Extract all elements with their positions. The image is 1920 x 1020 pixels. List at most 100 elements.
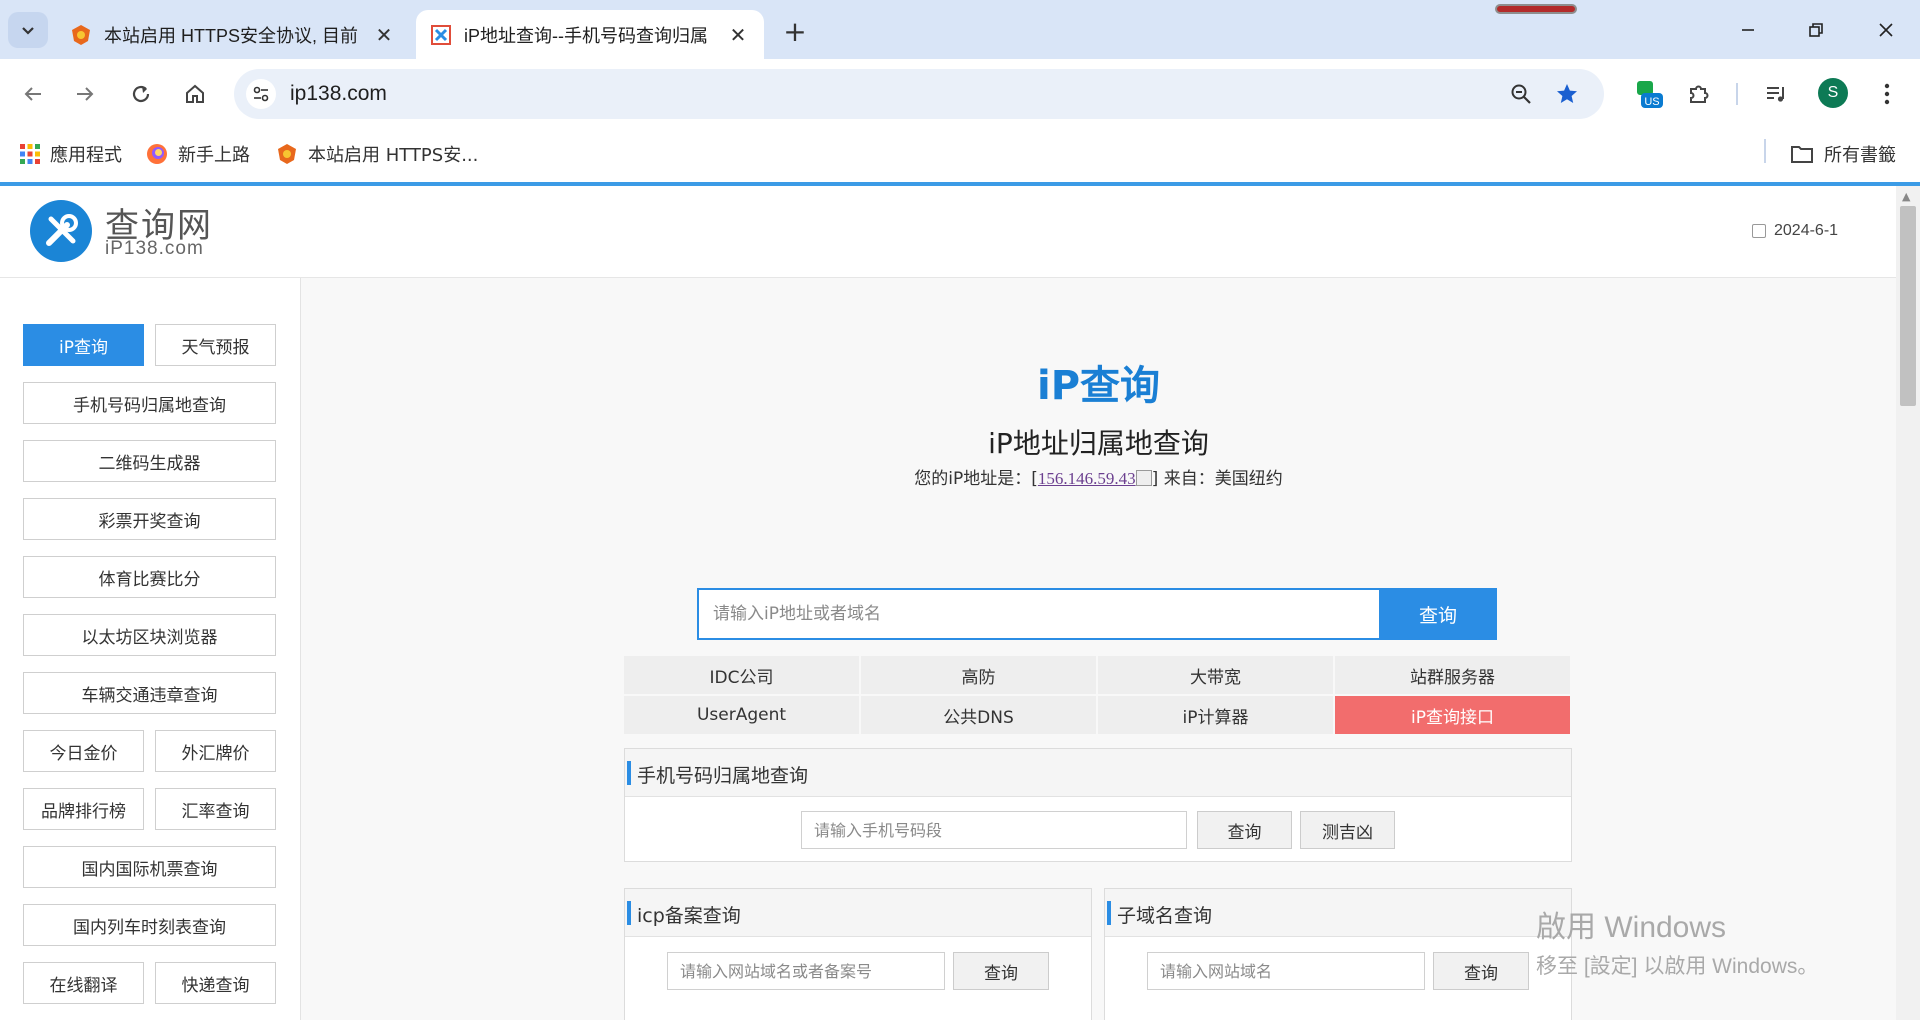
zoom-button[interactable] [1508,81,1534,107]
close-icon [1879,23,1893,37]
quick-link-server-cluster[interactable]: 站群服务器 [1335,656,1570,694]
calendar-icon [1752,224,1766,238]
subdomain-lookup-panel: 子域名查询 查询 [1104,888,1572,1020]
sidebar-item-phone-lookup[interactable]: 手机号码归属地查询 [23,382,276,424]
icp-lookup-panel: icp备案查询 查询 [624,888,1092,1020]
page-viewport: 查询网 iP138.com 2024-6-1 iP查询 天气预报 手机号码归属地… [0,182,1920,1020]
playlist-music-icon [1767,87,1784,102]
phone-lookup-panel: 手机号码归属地查询 查询 测吉凶 [624,748,1572,862]
quick-link-ip-calculator[interactable]: iP计算器 [1098,696,1333,734]
quick-link-bandwidth[interactable]: 大带宽 [1098,656,1333,694]
close-tab-icon[interactable]: ✕ [726,23,750,47]
reload-button[interactable] [122,75,160,113]
bookmark-getting-started[interactable]: 新手上路 [146,139,250,169]
panel-title: 子域名查询 [1117,905,1213,927]
tools-icon [46,214,78,246]
site-logo[interactable] [30,200,92,262]
sidebar-item-forex[interactable]: 外汇牌价 [155,730,276,772]
subdomain-search-button[interactable]: 查询 [1433,952,1529,990]
broken-image-icon [1135,470,1152,486]
tab-search-button[interactable] [8,12,48,48]
phone-input[interactable] [801,811,1187,849]
all-bookmarks-button[interactable]: 所有書籤 [1790,139,1896,169]
minimize-button[interactable] [1724,12,1772,48]
home-button[interactable] [176,75,214,113]
apps-grid-icon [20,144,40,164]
sidebar-item-exchange[interactable]: 汇率查询 [155,788,276,830]
new-tab-button[interactable]: + [778,14,812,48]
panel-header: icp备案查询 [625,889,1091,937]
toolbar-divider [1736,83,1738,105]
site-header: 查询网 iP138.com 2024-6-1 [0,186,1896,278]
browser-toolbar: ip138.com US S [0,59,1920,129]
page-scrollbar[interactable]: ▲ [1896,186,1920,1020]
ip-search-form: 查询 [697,588,1497,640]
sidebar-item-ip-query[interactable]: iP查询 [23,324,144,366]
back-button[interactable] [14,75,52,113]
vpn-extension-button[interactable]: US [1630,75,1668,113]
media-controls-button[interactable] [1758,75,1796,113]
icp-search-button[interactable]: 查询 [953,952,1049,990]
sidebar-item-trains[interactable]: 国内列车时刻表查询 [23,904,276,946]
sidebar: iP查询 天气预报 手机号码归属地查询 二维码生成器 彩票开奖查询 体育比赛比分… [0,278,301,1020]
phone-search-button[interactable]: 查询 [1197,811,1292,849]
tab-https-notice[interactable]: 本站启用 HTTPS安全协议, 目前 ✕ [56,10,410,59]
scrollbar-thumb[interactable] [1900,206,1916,406]
close-tab-icon[interactable]: ✕ [372,23,396,47]
menu-button[interactable] [1868,75,1906,113]
sidebar-item-lottery[interactable]: 彩票开奖查询 [23,498,276,540]
tab-ip-query[interactable]: iP地址查询--手机号码查询归属 ✕ [416,10,764,59]
sidebar-item-sports[interactable]: 体育比赛比分 [23,556,276,598]
forward-button[interactable] [66,75,104,113]
site-info-button[interactable] [246,79,276,109]
quick-link-public-dns[interactable]: 公共DNS [861,696,1096,734]
bookmark-apps[interactable]: 應用程式 [20,139,122,169]
sidebar-item-gold[interactable]: 今日金价 [23,730,144,772]
close-window-button[interactable] [1862,12,1910,48]
bookmark-label: 所有書籤 [1824,145,1896,166]
sidebar-item-flights[interactable]: 国内国际机票查询 [23,846,276,888]
scroll-up-icon[interactable]: ▲ [1902,190,1910,203]
extensions-button[interactable] [1680,75,1718,113]
more-vertical-icon [1884,83,1890,105]
page-title: iP查询 [1036,363,1161,409]
sidebar-item-qrcode[interactable]: 二维码生成器 [23,440,276,482]
extension-badge: US [1644,96,1659,108]
page-subtitle: iP地址归属地查询 [988,427,1209,460]
ip-search-input[interactable] [697,588,1379,640]
reload-icon [132,85,150,103]
profile-avatar[interactable]: S [1818,78,1848,108]
sidebar-item-translate[interactable]: 在线翻译 [23,962,144,1004]
folder-icon [1791,146,1813,163]
url-text[interactable]: ip138.com [290,82,387,106]
quick-link-ip-api[interactable]: iP查询接口 [1335,696,1570,734]
minimize-icon [1742,29,1754,31]
tune-icon [253,86,269,102]
quick-link-useragent[interactable]: UserAgent [624,696,859,734]
quick-link-idc[interactable]: IDC公司 [624,656,859,694]
tab-title: 本站启用 HTTPS安全协议, 目前 [104,25,359,46]
sidebar-item-traffic[interactable]: 车辆交通违章查询 [23,672,276,714]
restore-button[interactable] [1792,12,1840,48]
tab-title: iP地址查询--手机号码查询归属 [464,25,708,46]
site-logo-domain: iP138.com [105,238,204,259]
icp-input[interactable] [667,952,945,990]
media-indicator [1495,4,1577,14]
current-ip-line: 您的iP地址是：[156.146.59.43] 来自：美国纽约 [301,464,1896,489]
sidebar-item-ethereum[interactable]: 以太坊区块浏览器 [23,614,276,656]
subdomain-input[interactable] [1147,952,1425,990]
phone-fortune-button[interactable]: 测吉凶 [1300,811,1395,849]
sidebar-item-express[interactable]: 快递查询 [155,962,276,1004]
ip-search-button[interactable]: 查询 [1379,588,1497,640]
bookmark-star-button[interactable] [1554,81,1580,107]
sidebar-item-brand-rank[interactable]: 品牌排行榜 [23,788,144,830]
quick-link-ddos[interactable]: 高防 [861,656,1096,694]
bookmark-https-notice[interactable]: 本站启用 HTTPS安... [276,139,478,169]
arrow-left-icon [24,87,41,101]
address-bar[interactable]: ip138.com [234,69,1604,119]
ip-prefix: 您的iP地址是：[ [914,469,1038,489]
current-ip-link[interactable]: 156.146.59.43 [1038,469,1136,488]
panel-title: icp备案查询 [637,905,741,927]
sidebar-item-weather[interactable]: 天气预报 [155,324,276,366]
panel-accent [627,901,631,925]
